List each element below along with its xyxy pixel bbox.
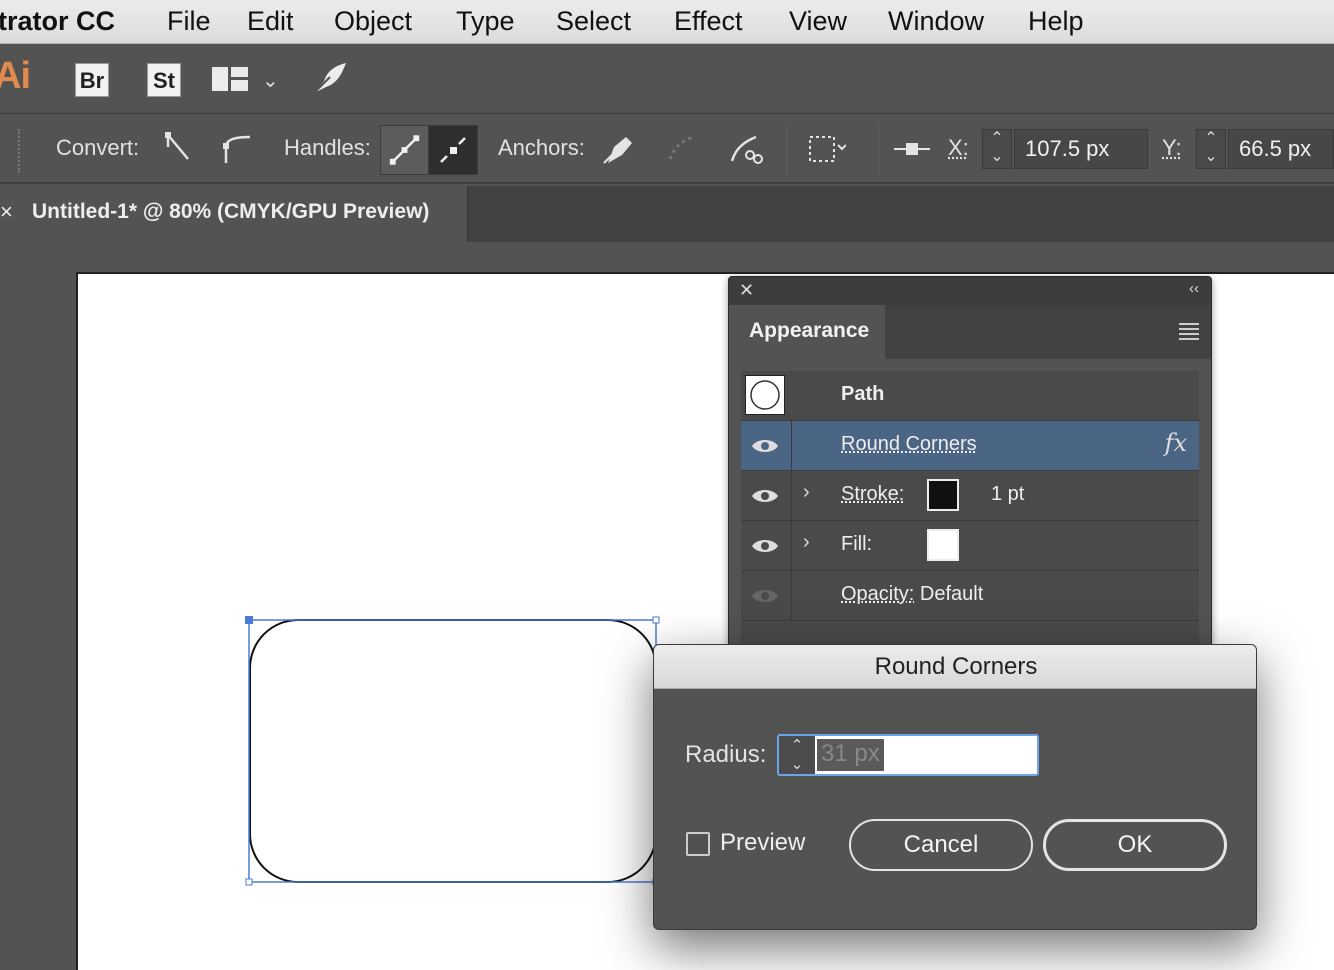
menu-window[interactable]: Window	[888, 6, 984, 37]
visibility-eye-icon[interactable]	[751, 537, 779, 555]
radius-input[interactable]: 31 px	[817, 739, 884, 771]
document-tab-title: Untitled-1* @ 80% (CMYK/GPU Preview)	[32, 200, 430, 223]
connect-anchors-icon[interactable]	[662, 129, 702, 169]
document-tab[interactable]: × Untitled-1* @ 80% (CMYK/GPU Preview)	[0, 186, 468, 242]
stock-icon[interactable]: St	[147, 63, 181, 97]
menu-view[interactable]: View	[789, 6, 847, 37]
illustrator-logo: Ai	[0, 55, 31, 97]
stroke-swatch[interactable]	[927, 479, 959, 511]
dialog-title: Round Corners	[874, 653, 1038, 680]
anchors-label: Anchors:	[498, 135, 585, 160]
menu-object[interactable]: Object	[334, 6, 412, 37]
menu-bar: trator CC File Edit Object Type Select E…	[0, 0, 1334, 44]
path-label: Path	[841, 383, 885, 405]
close-tab-icon[interactable]: ×	[0, 199, 13, 225]
visibility-eye-icon[interactable]	[751, 587, 779, 605]
appearance-row-stroke[interactable]: › Stroke: 1 pt	[741, 471, 1199, 521]
handles-label: Handles:	[284, 135, 371, 160]
opacity-row[interactable]: Opacity: Default	[841, 583, 983, 606]
show-handles-icon[interactable]	[381, 126, 429, 174]
menu-type[interactable]: Type	[456, 6, 515, 37]
control-bar: Convert: Handles: Anchors: X: ⌃ ⌄ 107.5 …	[0, 115, 1334, 184]
preview-label[interactable]: Preview	[720, 829, 805, 857]
appearance-row-fill[interactable]: › Fill:	[741, 521, 1199, 571]
cut-path-icon[interactable]	[726, 129, 766, 169]
remove-anchor-pen-icon[interactable]	[600, 129, 640, 169]
fill-label: Fill:	[841, 533, 873, 555]
hide-handles-icon[interactable]	[429, 126, 477, 174]
preview-checkbox[interactable]	[686, 832, 710, 856]
appearance-panel: ✕ ‹‹ Appearance Path Round Corners fx › …	[728, 276, 1212, 657]
dialog-title-bar[interactable]: Round Corners	[654, 645, 1256, 689]
app-menu[interactable]: trator CC	[0, 6, 115, 37]
handles-toggle-group	[380, 125, 478, 175]
round-corners-effect-link[interactable]: Round Corners	[841, 433, 977, 456]
menu-edit[interactable]: Edit	[247, 6, 294, 37]
y-coordinate-label[interactable]: Y:	[1162, 135, 1182, 161]
menu-help[interactable]: Help	[1028, 6, 1084, 37]
isolate-selection-icon[interactable]	[806, 129, 846, 169]
convert-label: Convert:	[56, 135, 140, 160]
convert-to-corner-icon[interactable]	[158, 129, 198, 169]
align-to-icon[interactable]	[892, 129, 932, 169]
separator	[786, 125, 787, 175]
separator	[878, 125, 879, 175]
chevron-down-icon[interactable]: ⌄	[262, 68, 279, 93]
menu-file[interactable]: File	[167, 6, 211, 37]
x-input[interactable]: 107.5 px	[1014, 129, 1148, 169]
path-thumbnail	[745, 375, 785, 415]
row-divider	[791, 471, 792, 521]
opacity-label[interactable]: Opacity:	[841, 583, 914, 605]
collapse-panel-icon[interactable]: ‹‹	[1189, 280, 1199, 297]
publish-leaf-icon[interactable]	[310, 61, 348, 97]
row-divider	[791, 421, 792, 471]
cancel-button[interactable]: Cancel	[849, 819, 1033, 871]
tab-appearance[interactable]: Appearance	[729, 305, 885, 359]
visibility-eye-icon[interactable]	[751, 487, 779, 505]
appearance-row-round-corners[interactable]: Round Corners fx	[741, 421, 1199, 471]
menu-effect[interactable]: Effect	[674, 6, 743, 37]
x-stepper[interactable]: ⌃ ⌄	[982, 129, 1012, 169]
visibility-eye-icon[interactable]	[751, 437, 779, 455]
bridge-icon[interactable]: Br	[75, 63, 109, 97]
convert-to-smooth-icon[interactable]	[216, 129, 256, 169]
radius-label: Radius:	[685, 741, 767, 768]
radius-stepper[interactable]: ⌃ ⌄	[779, 736, 815, 774]
opacity-value: Default	[919, 583, 984, 605]
appearance-row-opacity[interactable]: Opacity: Default	[741, 571, 1199, 621]
appearance-list: Path Round Corners fx › Stroke: 1 pt › F…	[741, 371, 1199, 657]
y-stepper[interactable]: ⌃ ⌄	[1196, 129, 1226, 169]
panel-tab-row: Appearance	[729, 305, 1211, 359]
panel-title-bar[interactable]: ✕ ‹‹	[729, 277, 1211, 305]
rounded-rectangle-shape[interactable]	[240, 612, 670, 902]
fx-icon[interactable]: fx	[1165, 429, 1187, 457]
appearance-row-path[interactable]: Path	[741, 371, 1199, 421]
workspace-layout-icon[interactable]	[212, 67, 248, 91]
x-coordinate-label[interactable]: X:	[948, 135, 969, 161]
stroke-weight[interactable]: 1 pt	[991, 483, 1024, 506]
fill-swatch[interactable]	[927, 529, 959, 561]
radius-field[interactable]: ⌃ ⌄ 31 px	[777, 734, 1039, 776]
chevron-right-icon[interactable]: ›	[803, 531, 810, 554]
menu-select[interactable]: Select	[556, 6, 631, 37]
document-tab-strip: × Untitled-1* @ 80% (CMYK/GPU Preview)	[0, 186, 1334, 242]
row-divider	[791, 571, 792, 621]
stroke-label[interactable]: Stroke:	[841, 483, 904, 506]
close-panel-icon[interactable]: ✕	[739, 280, 754, 301]
y-input[interactable]: 66.5 px	[1228, 129, 1334, 169]
application-bar: Ai Br St ⌄	[0, 45, 1334, 114]
chevron-right-icon[interactable]: ›	[803, 481, 810, 504]
drag-grip[interactable]	[18, 129, 22, 173]
panel-tab-label: Appearance	[749, 319, 870, 342]
panel-menu-icon[interactable]	[1179, 323, 1199, 343]
ok-button[interactable]: OK	[1043, 819, 1227, 871]
round-corners-dialog: Round Corners Radius: ⌃ ⌄ 31 px Preview C…	[653, 644, 1257, 930]
row-divider	[791, 521, 792, 571]
